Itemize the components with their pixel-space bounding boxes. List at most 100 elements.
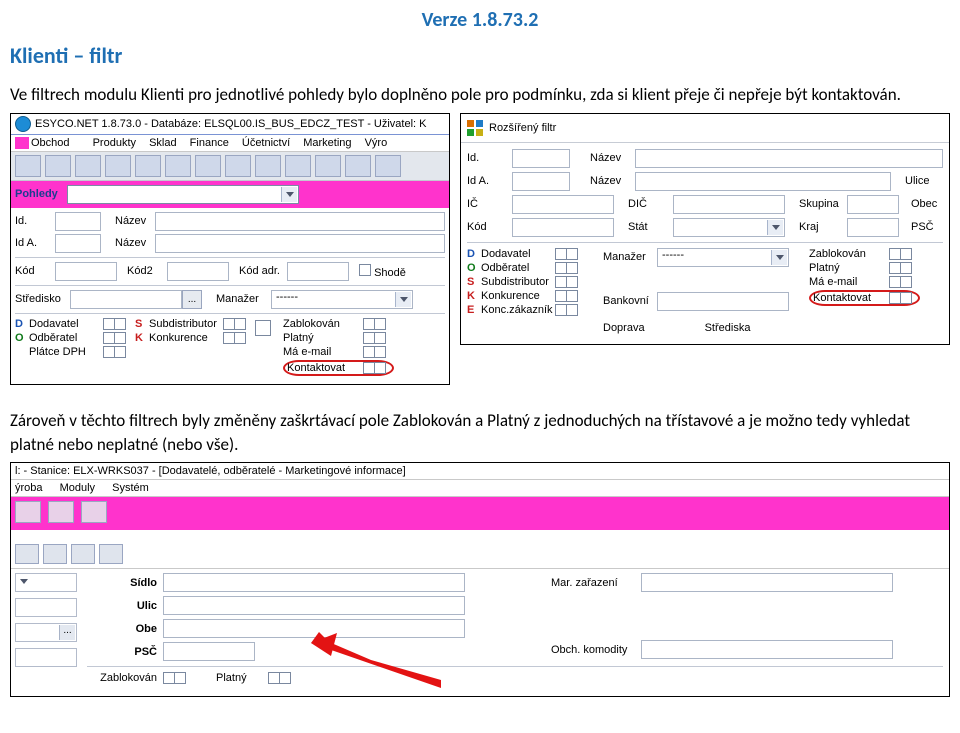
rf-bankovni-input[interactable] — [657, 292, 789, 311]
label-ic: IČ — [467, 198, 512, 210]
label-kod2: Kód2 — [127, 265, 167, 277]
label-kod: Kód — [15, 265, 55, 277]
tristate-checkbox[interactable] — [900, 262, 912, 274]
toolbar-button[interactable] — [195, 155, 221, 177]
menu-sklad[interactable]: Sklad — [149, 137, 177, 149]
toolbar-button[interactable] — [81, 501, 107, 523]
rf-id-input[interactable] — [512, 149, 570, 168]
rf-dic-input[interactable] — [673, 195, 785, 214]
psc-input[interactable] — [163, 642, 255, 661]
tristate-checkbox[interactable] — [114, 318, 126, 330]
toolbar-button[interactable] — [105, 155, 131, 177]
toolbar-button[interactable] — [315, 155, 341, 177]
toolbar-button[interactable] — [15, 501, 41, 523]
stredisko-input[interactable] — [70, 290, 182, 309]
toolbar-button[interactable] — [43, 544, 67, 564]
rf-nazev-input[interactable] — [635, 149, 943, 168]
label-obec: Obec — [911, 198, 943, 210]
rf-flag-subdist: Subdistributor — [481, 276, 555, 288]
rf-skupina-input[interactable] — [847, 195, 899, 214]
toolbar-button[interactable] — [165, 155, 191, 177]
ulic-input[interactable] — [163, 596, 465, 615]
tristate-checkbox[interactable] — [114, 332, 126, 344]
toolbar-button[interactable] — [135, 155, 161, 177]
flag-letter: K — [467, 290, 481, 302]
pohledy-select[interactable] — [67, 185, 299, 204]
extended-filter-pane: Rozšířený filtr Id. Název Id A. Název — [460, 113, 950, 345]
mar-zarazeni-input[interactable] — [641, 573, 893, 592]
label-dic: DIČ — [628, 198, 673, 210]
toolbar-button[interactable] — [285, 155, 311, 177]
menu-moduly[interactable]: Moduly — [60, 482, 95, 494]
menu-produkty[interactable]: Produkty — [93, 137, 136, 149]
chevron-down-icon — [281, 187, 297, 202]
rf-stat-select[interactable] — [673, 218, 785, 237]
tristate-checkbox[interactable] — [374, 346, 386, 358]
tristate-checkbox[interactable] — [566, 276, 578, 288]
lookup-button[interactable]: ... — [59, 625, 75, 640]
tristate-checkbox[interactable] — [114, 346, 126, 358]
small-input[interactable] — [15, 598, 77, 617]
toolbar-button[interactable] — [75, 155, 101, 177]
tristate-checkbox[interactable] — [374, 318, 386, 330]
tristate-checkbox[interactable] — [374, 332, 386, 344]
tristate-checkbox[interactable] — [900, 276, 912, 288]
kod-input[interactable] — [55, 262, 117, 281]
tristate-checkbox[interactable] — [900, 248, 912, 260]
tristate-checkbox[interactable] — [279, 672, 291, 684]
nazev-input[interactable] — [155, 212, 445, 231]
kod2-input[interactable] — [167, 262, 229, 281]
small-input[interactable] — [15, 648, 77, 667]
menu-ucetnictvi[interactable]: Účetnictví — [242, 137, 290, 149]
small-lookup[interactable]: ... — [15, 623, 77, 642]
tristate-checkbox[interactable] — [566, 304, 578, 316]
checkbox[interactable] — [255, 320, 271, 336]
menu-marketing[interactable]: Marketing — [303, 137, 351, 149]
rf-ic-input[interactable] — [512, 195, 614, 214]
toolbar-button[interactable] — [225, 155, 251, 177]
tristate-checkbox[interactable] — [900, 292, 912, 304]
toolbar-button[interactable] — [45, 155, 71, 177]
tristate-checkbox[interactable] — [566, 262, 578, 274]
window-title: l: - Stanice: ELX-WRKS037 - [Dodavatelé,… — [11, 463, 949, 480]
kodadr-input[interactable] — [287, 262, 349, 281]
flag-platny: Platný — [283, 332, 363, 344]
lookup-button[interactable]: ... — [182, 290, 202, 309]
tristate-checkbox[interactable] — [234, 332, 246, 344]
id-input[interactable] — [55, 212, 101, 231]
menu-finance[interactable]: Finance — [190, 137, 229, 149]
menu-system[interactable]: Systém — [112, 482, 149, 494]
menu-obchod[interactable]: Obchod — [31, 137, 70, 149]
rf-manazer-select[interactable]: ------ — [657, 248, 789, 267]
toolbar-button[interactable] — [255, 155, 281, 177]
tristate-checkbox[interactable] — [374, 362, 386, 374]
tristate-checkbox[interactable] — [174, 672, 186, 684]
sidlo-input[interactable] — [163, 573, 465, 592]
tristate-checkbox[interactable] — [234, 318, 246, 330]
toolbar-button[interactable] — [99, 544, 123, 564]
toolbar-button[interactable] — [345, 155, 371, 177]
rf-kraj-input[interactable] — [847, 218, 899, 237]
small-select[interactable] — [15, 573, 77, 592]
tristate-checkbox[interactable] — [566, 248, 578, 260]
toolbar-button[interactable] — [15, 544, 39, 564]
rf-kod-input[interactable] — [512, 218, 614, 237]
toolbar-button[interactable] — [48, 501, 74, 523]
toolbar-button[interactable] — [375, 155, 401, 177]
rf-ida-input[interactable] — [512, 172, 570, 191]
obch-komodity-input[interactable] — [641, 640, 893, 659]
toolbar-button[interactable] — [71, 544, 95, 564]
tristate-checkbox[interactable] — [566, 290, 578, 302]
rf-flag-zablokovan: Zablokován — [809, 248, 889, 260]
manazer-select[interactable]: ------ — [271, 290, 413, 309]
menu-yroba[interactable]: ýroba — [15, 482, 43, 494]
menu-vyro[interactable]: Výro — [365, 137, 388, 149]
nazev2-input[interactable] — [155, 234, 445, 253]
toolbar-button[interactable] — [15, 155, 41, 177]
rf-nazev2-input[interactable] — [635, 172, 891, 191]
ida-input[interactable] — [55, 234, 101, 253]
label-manazer: Manažer — [603, 251, 657, 263]
pohledy-label: Pohledy — [15, 188, 58, 200]
flag-konkurence: Konkurence — [149, 332, 223, 344]
checkbox[interactable] — [359, 264, 371, 276]
